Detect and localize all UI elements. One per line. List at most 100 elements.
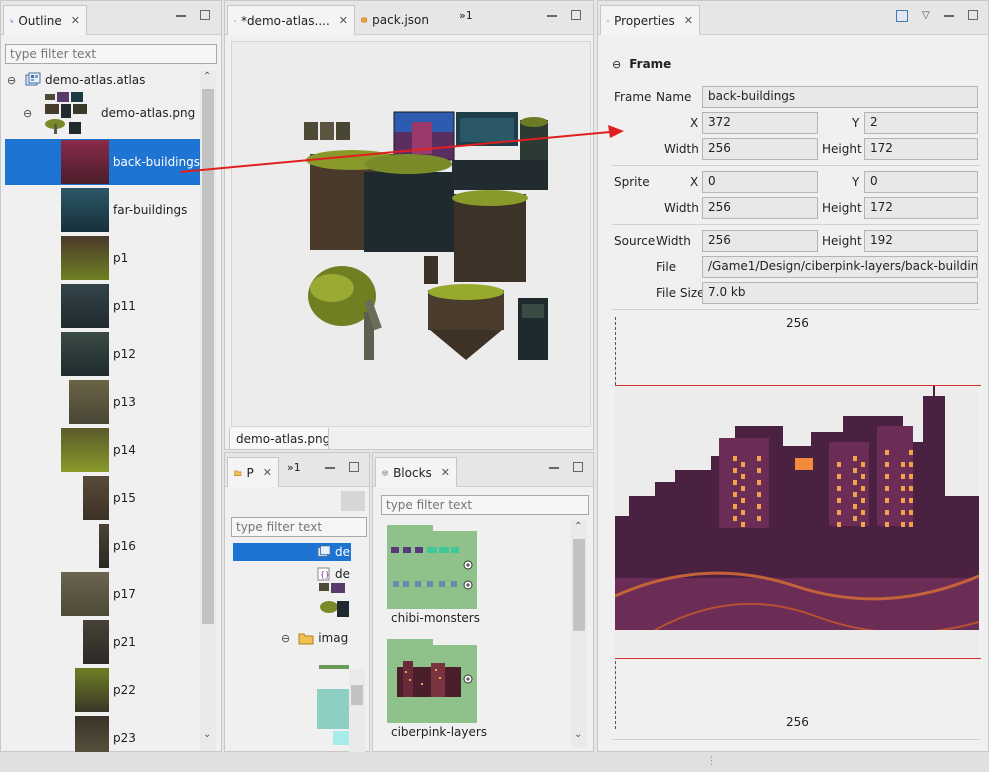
- tab-demo-atlas[interactable]: *demo-atlas.... ✕: [227, 5, 355, 35]
- tab-pack-json[interactable]: pack.json: [355, 5, 435, 35]
- atlas-canvas[interactable]: [231, 41, 591, 427]
- outline-item[interactable]: p21: [5, 619, 200, 665]
- source-height-field[interactable]: 192: [864, 230, 978, 252]
- building-window: [741, 462, 745, 467]
- file-size-field[interactable]: 7.0 kb: [702, 282, 978, 304]
- section-title: Frame: [629, 57, 672, 71]
- tab-overflow-button[interactable]: »1: [459, 9, 473, 22]
- outline-item[interactable]: p1: [5, 235, 200, 281]
- maximize-icon[interactable]: [200, 10, 210, 20]
- close-icon[interactable]: ✕: [263, 466, 272, 479]
- outline-item[interactable]: p17: [5, 571, 200, 617]
- blocks-tab-label: Blocks: [393, 465, 432, 480]
- outline-item[interactable]: p12: [5, 331, 200, 377]
- collapse-icon[interactable]: ⊖: [23, 107, 35, 120]
- outline-tabbar: Outline ✕: [1, 1, 221, 35]
- minimize-icon[interactable]: [547, 15, 557, 17]
- scroll-up-icon[interactable]: ⌃: [574, 521, 582, 532]
- edit-properties-icon[interactable]: [896, 10, 908, 22]
- tab-properties[interactable]: Properties ✕: [600, 5, 700, 35]
- block-card-chibi-monsters[interactable]: chibi-monsters: [387, 525, 480, 625]
- maximize-icon[interactable]: [349, 462, 359, 472]
- preview-width-bottom: 256: [786, 715, 809, 729]
- file-path-field[interactable]: /Game1/Design/ciberpink-layers/back-buil…: [702, 256, 978, 278]
- scroll-down-icon[interactable]: ⌄: [203, 729, 211, 740]
- building-window: [733, 468, 737, 473]
- frame-name-field[interactable]: back-buildings: [702, 86, 978, 108]
- scroll-down-icon[interactable]: ⌄: [574, 729, 582, 740]
- close-icon[interactable]: ✕: [339, 14, 348, 27]
- sprite-y-field[interactable]: 0: [864, 171, 978, 193]
- outline-item[interactable]: far-buildings: [5, 187, 200, 233]
- tab-overflow-button[interactable]: »1: [287, 461, 301, 474]
- frame-x-field[interactable]: 372: [702, 112, 818, 134]
- collapse-icon[interactable]: ⊖: [281, 632, 290, 645]
- project-row-selected[interactable]: de: [233, 543, 351, 561]
- minimize-icon[interactable]: [943, 15, 954, 17]
- outline-item[interactable]: p14: [5, 427, 200, 473]
- close-icon[interactable]: ✕: [441, 466, 450, 479]
- building-window: [741, 522, 745, 527]
- building-window: [741, 498, 745, 503]
- tree-png-label: demo-atlas.png: [101, 106, 196, 120]
- building-window: [741, 510, 745, 515]
- frame-height-field[interactable]: 172: [864, 138, 978, 160]
- source-width-field[interactable]: 256: [702, 230, 818, 252]
- maximize-icon[interactable]: [573, 462, 583, 472]
- section-header-frame[interactable]: ⊖ Frame: [612, 57, 671, 71]
- outline-item[interactable]: p15: [5, 475, 200, 521]
- project-row-images-folder[interactable]: ⊖ imag: [281, 629, 348, 647]
- frame-height-label: Height: [822, 142, 862, 156]
- outline-scrollbar[interactable]: ⌃ ⌄: [200, 71, 216, 751]
- minimize-icon[interactable]: [549, 467, 559, 469]
- properties-window-controls: ▽: [896, 10, 978, 22]
- collapse-icon[interactable]: ⊖: [7, 74, 19, 87]
- sprite-width-field[interactable]: 256: [702, 197, 818, 219]
- project-filter-input[interactable]: [231, 517, 367, 537]
- tab-demo-atlas-png[interactable]: demo-atlas.png: [229, 428, 329, 450]
- project-scrollbar[interactable]: [349, 669, 365, 753]
- maximize-icon[interactable]: [967, 10, 978, 20]
- building-window: [901, 498, 905, 503]
- tree-row-root[interactable]: ⊖ demo-atlas.atlas: [7, 71, 145, 89]
- tab-blocks[interactable]: Blocks ✕: [375, 457, 457, 487]
- sprite-height-field[interactable]: 172: [864, 197, 978, 219]
- sprite-preview-image: [614, 382, 980, 658]
- status-bar: ⋮: [0, 752, 989, 772]
- building-window: [733, 504, 737, 509]
- scroll-up-icon[interactable]: ⌃: [203, 71, 211, 82]
- block-card-ciberpink-layers[interactable]: ciberpink-layers: [387, 639, 487, 739]
- frame-y-field[interactable]: 2: [864, 112, 978, 134]
- blocks-filter-input[interactable]: [381, 495, 589, 515]
- building-window: [885, 498, 889, 503]
- close-icon[interactable]: ✕: [684, 14, 693, 27]
- outline-item[interactable]: p13: [5, 379, 200, 425]
- minimize-icon[interactable]: [176, 15, 186, 17]
- sprite-x-field[interactable]: 0: [702, 171, 818, 193]
- file-label: File: [656, 260, 677, 274]
- outline-item[interactable]: back-buildings: [5, 139, 200, 185]
- blocks-scrollbar[interactable]: ⌃ ⌄: [571, 521, 587, 747]
- close-icon[interactable]: ✕: [71, 14, 80, 27]
- view-menu-icon[interactable]: ▽: [922, 10, 930, 22]
- minimize-icon[interactable]: [325, 467, 335, 469]
- outline-scroll-thumb[interactable]: [202, 89, 214, 624]
- tab-project[interactable]: P ✕: [227, 457, 279, 487]
- outline-filter-input[interactable]: [5, 44, 217, 64]
- sprite-x-label: X: [690, 175, 699, 189]
- preview-width-top: 256: [786, 316, 809, 330]
- blocks-scroll-thumb[interactable]: [573, 539, 585, 631]
- project-scroll-thumb[interactable]: [351, 685, 363, 705]
- tree-row-png[interactable]: ⊖ demo-atlas.png: [23, 89, 195, 137]
- building-window: [901, 462, 905, 467]
- maximize-icon[interactable]: [571, 10, 581, 20]
- outline-item[interactable]: p11: [5, 283, 200, 329]
- project-tab-label: P: [246, 465, 254, 480]
- tab-outline[interactable]: Outline ✕: [3, 5, 87, 35]
- outline-item-label: p16: [113, 539, 136, 553]
- outline-item[interactable]: p22: [5, 667, 200, 713]
- outline-item[interactable]: p16: [5, 523, 200, 569]
- frame-width-field[interactable]: 256: [702, 138, 818, 160]
- collapse-icon[interactable]: ⊖: [612, 58, 621, 71]
- project-toolbar-button[interactable]: [341, 491, 365, 511]
